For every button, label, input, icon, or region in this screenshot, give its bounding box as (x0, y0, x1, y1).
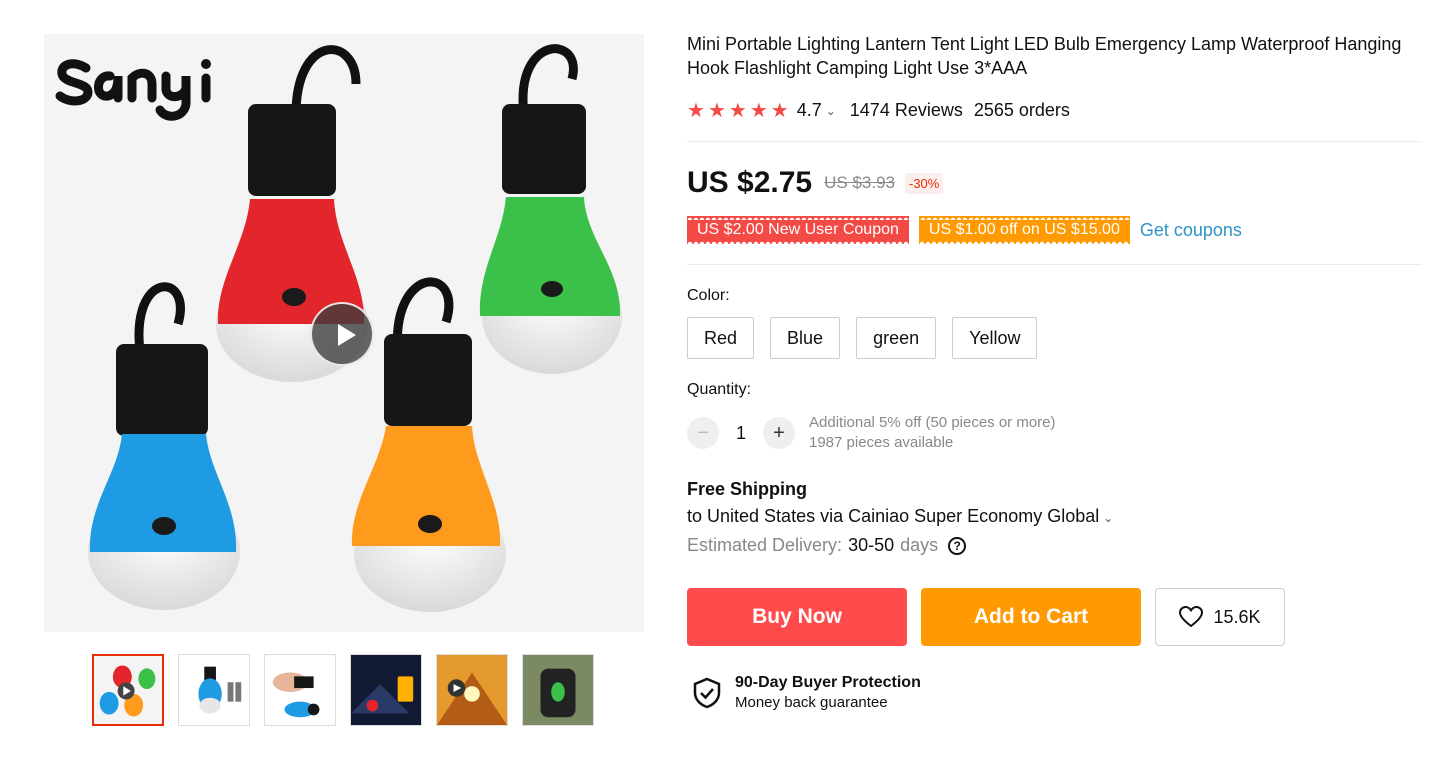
shipping-section: Free Shipping to United States via Caini… (687, 479, 1422, 556)
thumbnail-image (523, 655, 593, 725)
rating-stars: ★ ★ ★ ★ ★ (687, 101, 789, 121)
main-product-image[interactable] (44, 34, 644, 632)
thumbnail-strip (92, 654, 594, 726)
thumbnail-lantern-in-hand[interactable] (264, 654, 336, 726)
thumbnail-blue-lantern-with-batteries[interactable] (178, 654, 250, 726)
star-icon: ★ (770, 99, 789, 122)
wishlist-button[interactable]: 15.6K (1155, 588, 1285, 646)
color-label: Color: (687, 287, 730, 304)
shipping-route-text[interactable]: to United States via Cainiao Super Econo… (687, 506, 1099, 526)
divider (687, 141, 1422, 142)
stock-available: 1987 pieces available (809, 434, 954, 451)
wishlist-count: 15.6K (1213, 606, 1261, 627)
color-option-yellow[interactable]: Yellow (952, 317, 1038, 359)
thumbnail-image (351, 655, 421, 725)
product-info: Mini Portable Lighting Lantern Tent Ligh… (687, 32, 1422, 711)
buy-now-button[interactable]: Buy Now (687, 588, 907, 646)
shield-check-icon (693, 677, 721, 708)
protection-text: 90-Day Buyer Protection Money back guara… (735, 674, 921, 711)
star-icon: ★ (728, 99, 747, 122)
quantity-notes: Additional 5% off (50 pieces or more) 19… (809, 413, 1056, 453)
thumbnail-image (437, 655, 507, 725)
green-lantern (479, 44, 622, 374)
thumbnail-lantern-night-tent[interactable] (350, 654, 422, 726)
help-icon[interactable]: ? (948, 536, 967, 555)
bulk-discount-note: Additional 5% off (50 pieces or more) (809, 414, 1056, 431)
orange-lantern (351, 277, 506, 612)
protection-title: 90-Day Buyer Protection (735, 674, 921, 691)
color-option-blue[interactable]: Blue (770, 317, 841, 359)
delivery-days-unit: days (900, 535, 939, 555)
original-price: US $3.93 (824, 173, 895, 192)
thumbnail-lantern-on-backpack[interactable] (522, 654, 594, 726)
coupon-row: US $2.00 New User Coupon US $1.00 off on… (687, 216, 1422, 244)
current-price: US $2.75 (687, 166, 813, 199)
thumbnail-image (265, 655, 335, 725)
shipping-title: Free Shipping (687, 479, 808, 499)
star-icon: ★ (749, 99, 768, 122)
quantity-stepper: − 1 + Additional 5% off (50 pieces or mo… (687, 413, 1422, 453)
heart-icon (1179, 606, 1204, 628)
buyer-protection: 90-Day Buyer Protection Money back guara… (693, 674, 1422, 711)
reviews-count[interactable]: 1474 Reviews (850, 100, 963, 121)
quantity-input[interactable]: 1 (719, 423, 763, 444)
thumbnail-lantern-in-tent[interactable] (436, 654, 508, 726)
rating-value[interactable]: 4.7 (797, 100, 822, 121)
estimated-delivery-label: Estimated Delivery: (687, 535, 843, 555)
rating-row: ★ ★ ★ ★ ★ 4.7 ⌄ 1474 Reviews 2565 orders (687, 100, 1422, 121)
play-video-button[interactable] (310, 302, 374, 366)
thumbnail-image (179, 655, 249, 725)
star-icon: ★ (707, 99, 726, 122)
add-to-cart-button[interactable]: Add to Cart (921, 588, 1141, 646)
color-option-red[interactable]: Red (687, 317, 755, 359)
thumbnail-lanterns-four-colors[interactable] (92, 654, 164, 726)
quantity-decrease-button[interactable]: − (687, 417, 719, 449)
orders-count: 2565 orders (973, 100, 1070, 120)
quantity-label: Quantity: (687, 381, 752, 398)
estimated-delivery: Estimated Delivery: 30-50 days ? (687, 535, 1422, 556)
new-user-coupon[interactable]: US $2.00 New User Coupon (687, 216, 909, 244)
price-row: US $2.75 US $3.93 -30% (687, 166, 1422, 200)
sanyi-logo-icon (55, 59, 211, 121)
chevron-down-icon[interactable]: ⌄ (826, 104, 836, 118)
chevron-down-icon[interactable]: ⌄ (1103, 511, 1113, 525)
protection-subtitle: Money back guarantee (735, 694, 888, 711)
color-options: Red Blue green Yellow (687, 317, 1422, 359)
product-title: Mini Portable Lighting Lantern Tent Ligh… (687, 34, 1402, 78)
quantity-increase-button[interactable]: + (763, 417, 795, 449)
blue-lantern (88, 282, 240, 610)
get-coupons-link[interactable]: Get coupons (1140, 220, 1242, 241)
store-coupon[interactable]: US $1.00 off on US $15.00 (918, 216, 1130, 244)
star-icon: ★ (687, 99, 705, 122)
discount-badge: -30% (904, 172, 944, 194)
divider (687, 264, 1422, 265)
brand-logo (52, 40, 222, 122)
product-gallery (44, 34, 644, 726)
thumbnail-image (94, 656, 162, 724)
purchase-actions: Buy Now Add to Cart 15.6K (687, 588, 1422, 646)
color-option-green[interactable]: green (856, 317, 937, 359)
delivery-days: 30-50 (848, 535, 895, 555)
shipping-route[interactable]: to United States via Cainiao Super Econo… (687, 506, 1422, 527)
